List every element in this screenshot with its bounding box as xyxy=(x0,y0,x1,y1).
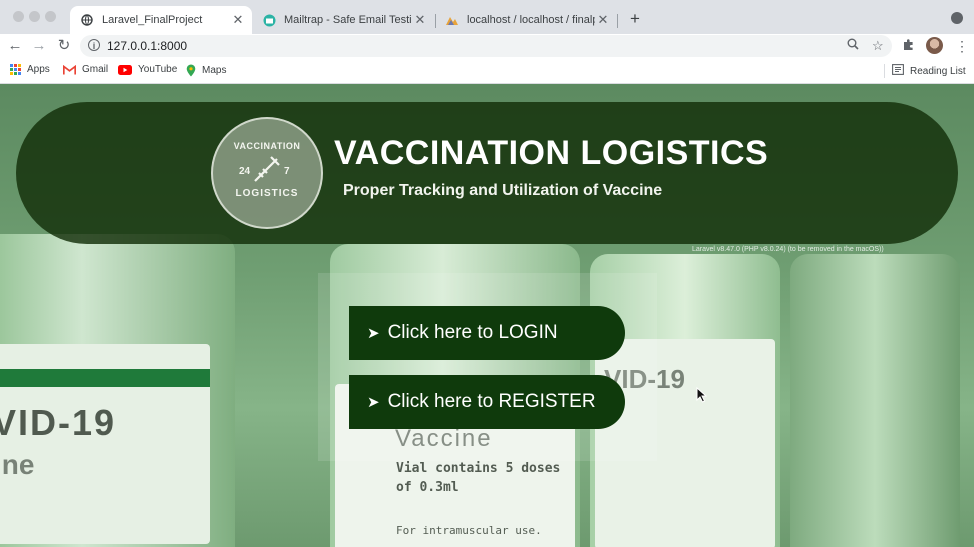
profile-avatar[interactable] xyxy=(926,37,943,54)
address-bar[interactable]: i 127.0.0.1:8000 ☆ xyxy=(80,35,892,57)
vial-text-line1: Vial contains 5 doses xyxy=(396,461,561,476)
url-text[interactable]: 127.0.0.1:8000 xyxy=(107,39,187,53)
tab-title: localhost / localhost / finalproje xyxy=(467,14,595,26)
reload-icon[interactable]: ↻ xyxy=(55,37,73,55)
new-tab-button[interactable]: + xyxy=(627,9,643,29)
minimize-window-button[interactable] xyxy=(29,11,40,22)
vaccination-logistics-logo: VACCINATION 24 7 LOGISTICS xyxy=(211,117,323,229)
logo-bottom-text: LOGISTICS xyxy=(235,188,299,199)
syringe-icon xyxy=(254,156,280,182)
reading-list-icon xyxy=(892,64,904,78)
bookmark-label: YouTube xyxy=(138,64,178,75)
close-window-button[interactable] xyxy=(13,11,24,22)
tab-divider xyxy=(617,14,618,28)
vial-text-line3: For intramuscular use. xyxy=(396,524,542,537)
mouse-cursor-icon xyxy=(696,387,707,403)
page-subtitle: Proper Tracking and Utilization of Vacci… xyxy=(343,182,663,199)
background-vial-far-right xyxy=(790,254,960,547)
login-button[interactable]: ➤ Click here to LOGIN xyxy=(349,306,625,360)
maps-pin-icon xyxy=(186,64,196,77)
bookmark-gmail[interactable]: Gmail xyxy=(63,64,108,75)
reading-list-button[interactable]: Reading List xyxy=(892,64,966,78)
arrow-right-icon: ➤ xyxy=(367,325,380,342)
bookmark-youtube[interactable]: YouTube xyxy=(118,64,177,75)
hero-banner xyxy=(16,102,958,244)
bookmark-star-icon[interactable]: ☆ xyxy=(872,38,884,54)
zoom-icon[interactable] xyxy=(847,38,859,53)
bookmark-label: Maps xyxy=(202,65,227,76)
vial-stripe-left xyxy=(0,369,210,387)
page-content: VID-19 ine VID-19 Vaccine Vial contains … xyxy=(0,84,974,547)
tab-strip: Laravel_FinalProject ✕ Mailtrap - Safe E… xyxy=(0,0,974,34)
vial-text-left-sub: ine xyxy=(0,449,35,480)
apps-grid-icon xyxy=(10,64,21,75)
vial-text-left: VID-19 xyxy=(0,402,117,443)
site-info-icon[interactable]: i xyxy=(88,39,100,51)
arrow-right-icon: ➤ xyxy=(367,394,380,411)
browser-toolbar: ← → ↻ i 127.0.0.1:8000 ☆ ⋮ xyxy=(0,34,974,58)
phpmyadmin-icon xyxy=(445,13,459,27)
reading-list-label: Reading List xyxy=(910,65,966,77)
tab-title: Mailtrap - Safe Email Testing xyxy=(284,14,412,26)
tab-search-icon[interactable] xyxy=(951,12,963,24)
login-button-label: Click here to LOGIN xyxy=(387,322,558,343)
auth-panel xyxy=(318,273,657,461)
globe-icon xyxy=(80,13,94,27)
page-title: VACCINATION LOGISTICS xyxy=(334,134,769,172)
tab-title: Laravel_FinalProject xyxy=(102,14,203,26)
close-tab-icon[interactable]: ✕ xyxy=(412,12,428,28)
bookmark-maps[interactable]: Maps xyxy=(186,64,226,77)
register-button-label: Click here to REGISTER xyxy=(387,391,596,412)
menu-kebab-icon[interactable]: ⋮ xyxy=(955,38,969,55)
bookmark-apps[interactable]: Apps xyxy=(10,64,50,75)
maximize-window-button[interactable] xyxy=(45,11,56,22)
bookmark-label: Gmail xyxy=(82,64,109,75)
gmail-icon xyxy=(63,64,76,75)
close-tab-icon[interactable]: ✕ xyxy=(595,12,611,28)
back-arrow-icon[interactable]: ← xyxy=(6,37,24,55)
bookmarks-divider xyxy=(884,64,885,78)
bookmark-label: Apps xyxy=(27,64,50,75)
vial-text-line2: of 0.3ml xyxy=(396,480,459,495)
extensions-puzzle-icon[interactable] xyxy=(902,38,915,54)
bookmarks-bar: Apps Gmail YouTube Maps Reading List xyxy=(0,58,974,84)
tab-laravel-finalproject[interactable]: Laravel_FinalProject ✕ xyxy=(70,6,252,34)
close-tab-icon[interactable]: ✕ xyxy=(230,12,246,28)
tab-mailtrap[interactable]: Mailtrap - Safe Email Testing ✕ xyxy=(252,6,434,34)
version-note: Laravel v8.47.0 (PHP v8.0.24) (to be rem… xyxy=(692,246,884,253)
logo-top-text: VACCINATION xyxy=(233,141,301,151)
forward-arrow-icon[interactable]: → xyxy=(30,37,48,55)
mailtrap-icon xyxy=(262,13,276,27)
tab-phpmyadmin[interactable]: localhost / localhost / finalproje ✕ xyxy=(435,6,617,34)
register-button[interactable]: ➤ Click here to REGISTER xyxy=(349,375,625,429)
youtube-icon xyxy=(118,64,132,75)
